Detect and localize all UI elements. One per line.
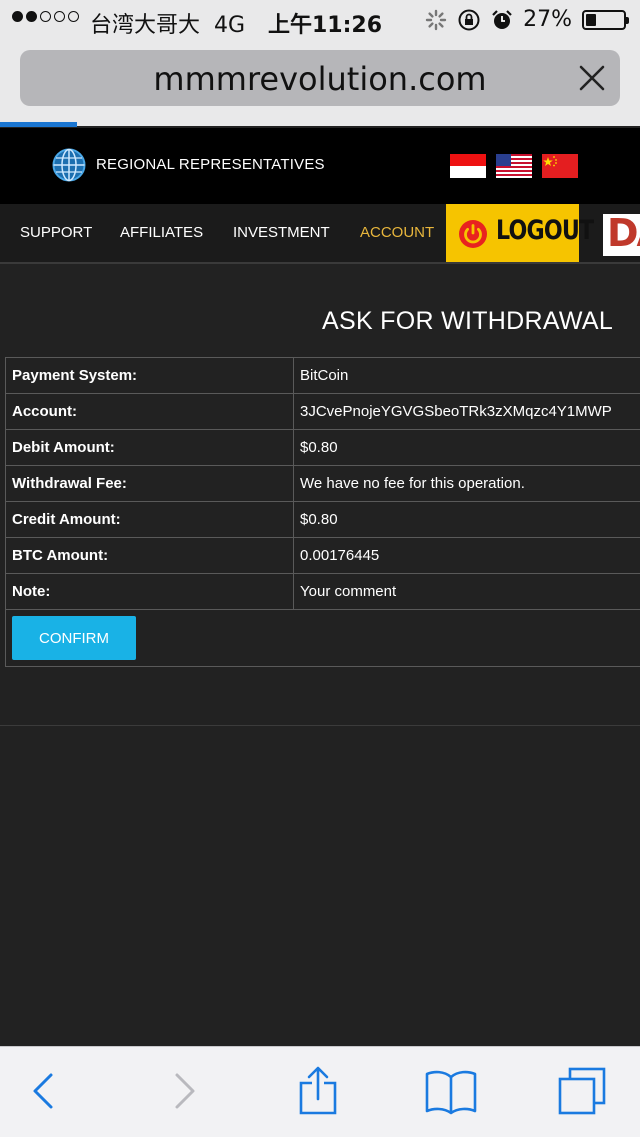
credit-amount-value: $0.80 xyxy=(294,502,640,538)
table-row: Debit Amount: $0.80 xyxy=(6,430,640,466)
site-header: REGIONAL REPRESENTATIVES xyxy=(0,128,640,204)
table-row: Withdrawal Fee: We have no fee for this … xyxy=(6,466,640,502)
note-label: Note: xyxy=(6,574,294,610)
withdrawal-fee-value: We have no fee for this operation. xyxy=(294,466,640,502)
battery-percent: 27% xyxy=(523,7,572,32)
main-nav: SUPPORT AFFILIATES INVESTMENT ACCOUNT LO… xyxy=(0,204,640,264)
nav-account[interactable]: ACCOUNT xyxy=(360,224,434,241)
regional-representatives-link[interactable]: REGIONAL REPRESENTATIVES xyxy=(96,156,325,173)
browser-url-area: mmmrevolution.com xyxy=(0,42,640,126)
close-icon[interactable] xyxy=(578,64,606,92)
tabs-icon[interactable] xyxy=(556,1065,608,1117)
clock: 上午11:26 xyxy=(268,7,382,39)
account-label: Account: xyxy=(6,394,294,430)
withdrawal-details-table: Payment System: BitCoin Account: 3JCvePn… xyxy=(5,357,640,667)
usa-flag[interactable] xyxy=(496,154,532,178)
nav-investment[interactable]: INVESTMENT xyxy=(233,224,330,241)
payment-system-label: Payment System: xyxy=(6,358,294,394)
btc-amount-value: 0.00176445 xyxy=(294,538,640,574)
credit-amount-label: Credit Amount: xyxy=(6,502,294,538)
table-row: Note: Your comment xyxy=(6,574,640,610)
activity-spinner-icon xyxy=(425,9,447,31)
share-icon[interactable] xyxy=(292,1065,344,1117)
logout-button[interactable]: LOGOUT xyxy=(446,204,579,262)
network-type: 4G xyxy=(214,13,245,38)
bookmarks-icon[interactable] xyxy=(424,1065,478,1117)
table-row: Account: 3JCvePnojeYGVGSbeoTRk3zXMqzc4Y1… xyxy=(6,394,640,430)
page-load-progress-bar xyxy=(0,122,77,127)
withdrawal-fee-label: Withdrawal Fee: xyxy=(6,466,294,502)
content-divider xyxy=(0,725,640,726)
forward-icon[interactable] xyxy=(158,1065,210,1117)
nav-affiliates[interactable]: AFFILIATES xyxy=(120,224,203,241)
status-bar: 台湾大哥大 4G 上午11:26 27% xyxy=(0,0,640,42)
nav-support[interactable]: SUPPORT xyxy=(20,224,92,241)
battery-icon xyxy=(582,10,626,30)
signal-strength-icon xyxy=(12,11,79,22)
logout-label: LOGOUT xyxy=(496,215,593,246)
confirm-row: CONFIRM xyxy=(6,610,640,667)
address-bar[interactable]: mmmrevolution.com xyxy=(20,50,620,106)
account-value: 3JCvePnojeYGVGSbeoTRk3zXMqzc4Y1MWP xyxy=(294,394,640,430)
carrier-label: 台湾大哥大 4G xyxy=(90,7,245,39)
china-flag[interactable] xyxy=(542,154,578,178)
indonesia-flag[interactable] xyxy=(450,154,486,178)
debit-amount-label: Debit Amount: xyxy=(6,430,294,466)
note-value: Your comment xyxy=(294,574,640,610)
alarm-icon xyxy=(491,9,513,31)
back-icon[interactable] xyxy=(18,1065,70,1117)
payment-system-value: BitCoin xyxy=(294,358,640,394)
debit-amount-value: $0.80 xyxy=(294,430,640,466)
table-row: Payment System: BitCoin xyxy=(6,358,640,394)
globe-icon[interactable] xyxy=(52,148,86,182)
browser-toolbar xyxy=(0,1046,640,1137)
confirm-button[interactable]: CONFIRM xyxy=(12,616,136,660)
da-banner[interactable]: DA xyxy=(603,214,640,256)
power-icon xyxy=(458,219,488,249)
language-flags xyxy=(450,154,578,178)
url-text[interactable]: mmmrevolution.com xyxy=(20,60,620,98)
orientation-lock-icon xyxy=(457,8,481,32)
btc-amount-label: BTC Amount: xyxy=(6,538,294,574)
table-row: BTC Amount: 0.00176445 xyxy=(6,538,640,574)
table-row: Credit Amount: $0.80 xyxy=(6,502,640,538)
page-title: ASK FOR WITHDRAWAL xyxy=(322,307,613,336)
